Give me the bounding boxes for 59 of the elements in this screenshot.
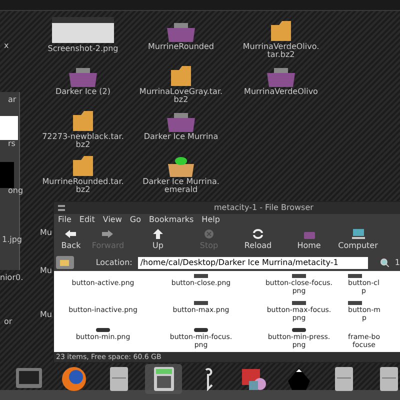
hook-icon: [203, 367, 214, 391]
window-title: metacity-1 - File Browser: [214, 202, 314, 214]
button-thumbnail: [292, 328, 306, 332]
file-label[interactable]: MurrinaVerdeOlivo. tar.bz2: [242, 43, 320, 59]
file-label[interactable]: MurrineRounded: [148, 43, 214, 51]
right-arrow-icon: [101, 229, 114, 239]
file-label[interactable]: Darker Ice (2): [55, 88, 110, 96]
reload-icon: [252, 229, 264, 239]
file-label[interactable]: MurrinaLoveGray.tar. bz2: [139, 88, 223, 104]
file-label[interactable]: rs: [8, 138, 16, 150]
file-label[interactable]: MurrineRounded.tar. bz2: [42, 178, 124, 194]
file-label[interactable]: Mu: [40, 309, 52, 321]
file-label[interactable]: Mu: [40, 227, 52, 239]
dock-item[interactable]: [145, 364, 182, 394]
toolbar-button[interactable]: Home: [297, 229, 321, 252]
edit-location-button[interactable]: [56, 256, 74, 269]
file-label[interactable]: Darker Ice Murrina. emerald: [142, 178, 220, 194]
file-label[interactable]: 1.jpg: [2, 234, 22, 246]
zoom-level: 1: [394, 256, 400, 268]
button-thumbnail: [292, 301, 306, 305]
button-thumbnail: [348, 274, 362, 278]
file-label[interactable]: or: [4, 316, 12, 328]
file-label[interactable]: ar: [8, 94, 16, 106]
left-arrow-icon: [64, 229, 78, 239]
toolbar-button[interactable]: Computer: [338, 229, 378, 252]
menu-item[interactable]: Edit: [79, 214, 95, 226]
button-thumbnail: [96, 328, 110, 332]
location-field[interactable]: /home/cal/Desktop/Darker Ice Murrina/metacity-1: [138, 256, 368, 268]
button-thumbnail: [292, 274, 306, 278]
window-panel: [0, 162, 14, 188]
file-label[interactable]: MurrinaVerdeOlivo: [244, 88, 318, 96]
toolbar-button[interactable]: Back: [61, 229, 81, 252]
button-thumbnail: [194, 274, 208, 278]
button-thumbnail: [194, 328, 208, 332]
window-menu-icon[interactable]: [58, 205, 65, 211]
toolbar-button[interactable]: Reload: [244, 229, 272, 252]
bag-icon: [302, 229, 316, 239]
screenshot-thumbnail: [52, 17, 114, 43]
search-icon[interactable]: [380, 258, 389, 267]
button-thumbnail: [194, 301, 208, 305]
toolbar-button[interactable]: Up: [152, 229, 164, 252]
window-panel: [0, 116, 18, 140]
file-label[interactable]: nior0.: [0, 272, 24, 284]
menu-item[interactable]: Go: [130, 214, 141, 226]
menu-item[interactable]: View: [102, 214, 122, 226]
file-label[interactable]: 72273-newblack.tar. bz2: [42, 133, 124, 149]
file-label[interactable]: Mu: [40, 265, 52, 277]
file-label[interactable]: Screenshot-2.png: [48, 45, 118, 53]
button-thumbnail: [348, 301, 362, 305]
menu-item[interactable]: Bookmarks: [148, 214, 194, 226]
location-label: Location:: [96, 256, 132, 268]
up-arrow-icon: [152, 229, 164, 239]
file-label[interactable]: Darker Ice Murrina: [144, 133, 218, 141]
monitor-icon: [352, 229, 364, 239]
stop-icon: [202, 229, 216, 239]
menu-item[interactable]: Help: [202, 214, 220, 226]
file-label[interactable]: x: [4, 40, 9, 52]
menu-item[interactable]: File: [58, 214, 72, 226]
file-label[interactable]: ong: [8, 185, 24, 197]
